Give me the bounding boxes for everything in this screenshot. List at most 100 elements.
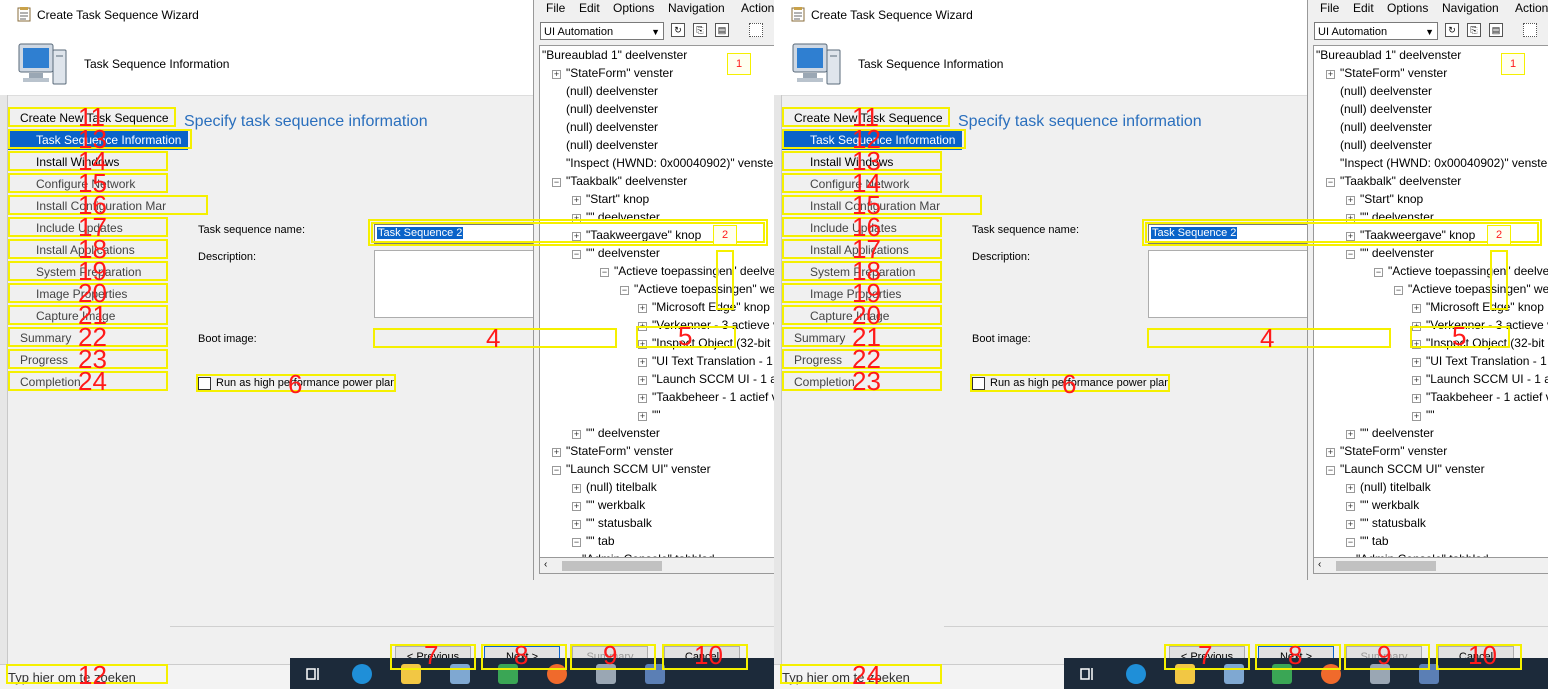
expand-icon[interactable]: +: [572, 484, 581, 493]
copy-icon[interactable]: ⎘: [693, 23, 707, 37]
menu-file[interactable]: File: [1320, 1, 1339, 15]
tree-node[interactable]: + "" werkbalk: [572, 496, 645, 514]
expand-icon[interactable]: +: [1326, 448, 1335, 457]
highlight-icon[interactable]: [1523, 23, 1537, 37]
expand-icon[interactable]: +: [572, 502, 581, 511]
collapse-icon[interactable]: −: [1346, 250, 1355, 259]
tree-node[interactable]: + "UI Text Translation - 1 actief": [1412, 352, 1548, 370]
tree-node[interactable]: + "" werkbalk: [1346, 496, 1419, 514]
collapse-icon[interactable]: −: [552, 178, 561, 187]
paste-icon[interactable]: ▤: [1489, 23, 1503, 37]
refresh-icon[interactable]: ↻: [671, 23, 685, 37]
edge-icon[interactable]: [352, 664, 372, 684]
highlight-icon[interactable]: [749, 23, 763, 37]
tree-node[interactable]: + "" deelvenster: [572, 424, 660, 442]
tree-node[interactable]: + "" deelvenster: [1346, 424, 1434, 442]
tree-node[interactable]: (null) deelvenster: [566, 100, 658, 118]
collapse-icon[interactable]: −: [1346, 538, 1355, 547]
tree-node[interactable]: − "" deelvenster: [1346, 244, 1434, 262]
tree-node[interactable]: −"Actieve toepassingen" werkbalk: [620, 280, 774, 298]
tree-node[interactable]: "Inspect (HWND: 0x00040902)" venster: [1340, 154, 1548, 172]
tree-node[interactable]: + "" statusbalk: [1346, 514, 1426, 532]
expand-icon[interactable]: +: [638, 304, 647, 313]
tree-node[interactable]: − "Taakbalk" deelvenster: [552, 172, 687, 190]
element-tree[interactable]: "Bureaublad 1" deelvenster + "StateForm" v…: [1313, 45, 1548, 559]
tree-node[interactable]: (null) deelvenster: [566, 136, 658, 154]
tree-node[interactable]: −"Actieve toepassingen" deelvenster: [1374, 262, 1548, 280]
expand-icon[interactable]: +: [1412, 304, 1421, 313]
expand-icon[interactable]: +: [1346, 196, 1355, 205]
collapse-icon[interactable]: −: [620, 286, 629, 295]
refresh-icon[interactable]: ↻: [1445, 23, 1459, 37]
task-view-icon[interactable]: [1078, 664, 1098, 684]
tree-hscrollbar[interactable]: ‹: [539, 557, 774, 574]
tree-node[interactable]: "Bureaublad 1" deelvenster: [542, 46, 687, 64]
scroll-left-icon[interactable]: ‹: [544, 559, 547, 570]
tree-hscrollbar[interactable]: ‹: [1313, 557, 1548, 574]
tree-node[interactable]: + "Taakbeheer - 1 actief venster": [1412, 388, 1548, 406]
collapse-icon[interactable]: −: [1326, 178, 1335, 187]
expand-icon[interactable]: +: [1346, 430, 1355, 439]
tree-node[interactable]: − "" deelvenster: [572, 244, 660, 262]
menu-navigation[interactable]: Navigation: [1442, 1, 1499, 15]
tree-node[interactable]: + "Launch SCCM UI - 1 actief venster": [1412, 370, 1548, 388]
tree-node[interactable]: + "Microsoft Edge" knop: [638, 298, 770, 316]
menu-edit[interactable]: Edit: [1353, 1, 1374, 15]
tree-node[interactable]: −"Actieve toepassingen" werkbalk: [1394, 280, 1548, 298]
tree-node[interactable]: + "Taakbeheer - 1 actief venster": [638, 388, 774, 406]
tree-node[interactable]: − "Launch SCCM UI" venster: [1326, 460, 1485, 478]
tree-node[interactable]: "Inspect (HWND: 0x00040902)" venster: [566, 154, 774, 172]
tree-node[interactable]: (null) deelvenster: [1340, 100, 1432, 118]
expand-icon[interactable]: +: [638, 394, 647, 403]
menu-navigation[interactable]: Navigation: [668, 1, 725, 15]
tree-node[interactable]: (null) deelvenster: [1340, 82, 1432, 100]
scroll-left-icon[interactable]: ‹: [1318, 559, 1321, 570]
tree-node[interactable]: + "StateForm" venster: [552, 64, 673, 82]
tree-node[interactable]: (null) deelvenster: [1340, 118, 1432, 136]
collapse-icon[interactable]: −: [1326, 466, 1335, 475]
tree-node[interactable]: + "Start" knop: [1346, 190, 1423, 208]
expand-icon[interactable]: +: [1412, 394, 1421, 403]
expand-icon[interactable]: +: [638, 376, 647, 385]
scroll-thumb[interactable]: [1336, 561, 1436, 571]
collapse-icon[interactable]: −: [572, 538, 581, 547]
tree-node[interactable]: + "Microsoft Edge" knop: [1412, 298, 1544, 316]
copy-icon[interactable]: ⎘: [1467, 23, 1481, 37]
menu-options[interactable]: Options: [1387, 1, 1428, 15]
expand-icon[interactable]: +: [552, 448, 561, 457]
description-input[interactable]: [374, 250, 546, 318]
menu-action[interactable]: Action: [1515, 1, 1548, 15]
expand-icon[interactable]: +: [1346, 484, 1355, 493]
tree-node[interactable]: + "StateForm" venster: [552, 442, 673, 460]
expand-icon[interactable]: +: [552, 70, 561, 79]
collapse-icon[interactable]: −: [1374, 268, 1383, 277]
expand-icon[interactable]: +: [638, 412, 647, 421]
expand-icon[interactable]: +: [1346, 502, 1355, 511]
expand-icon[interactable]: +: [572, 196, 581, 205]
menu-options[interactable]: Options: [613, 1, 654, 15]
tree-node[interactable]: + (null) titelbalk: [572, 478, 657, 496]
element-tree[interactable]: "Bureaublad 1" deelvenster + "StateForm" v…: [539, 45, 774, 559]
tree-node[interactable]: + "Start" knop: [572, 190, 649, 208]
task-view-icon[interactable]: [304, 664, 324, 684]
collapse-icon[interactable]: −: [1394, 286, 1403, 295]
tree-node[interactable]: + "StateForm" venster: [1326, 64, 1447, 82]
tree-node[interactable]: "Bureaublad 1" deelvenster: [1316, 46, 1461, 64]
tree-node[interactable]: + "" statusbalk: [572, 514, 652, 532]
expand-icon[interactable]: +: [638, 358, 647, 367]
expand-icon[interactable]: +: [1412, 376, 1421, 385]
paste-icon[interactable]: ▤: [715, 23, 729, 37]
description-input[interactable]: [1148, 250, 1320, 318]
tree-node[interactable]: − "" tab: [1346, 532, 1389, 550]
tree-node[interactable]: + "Launch SCCM UI - 1 actief venster": [638, 370, 774, 388]
expand-icon[interactable]: +: [1412, 412, 1421, 421]
mode-select[interactable]: UI Automation ▼: [1314, 22, 1438, 40]
scroll-thumb[interactable]: [562, 561, 662, 571]
collapse-icon[interactable]: −: [600, 268, 609, 277]
tree-node[interactable]: + (null) titelbalk: [1346, 478, 1431, 496]
tree-node[interactable]: −"Actieve toepassingen" deelvenster: [600, 262, 774, 280]
expand-icon[interactable]: +: [1326, 70, 1335, 79]
menu-edit[interactable]: Edit: [579, 1, 600, 15]
tree-node[interactable]: (null) deelvenster: [1340, 136, 1432, 154]
expand-icon[interactable]: +: [572, 430, 581, 439]
